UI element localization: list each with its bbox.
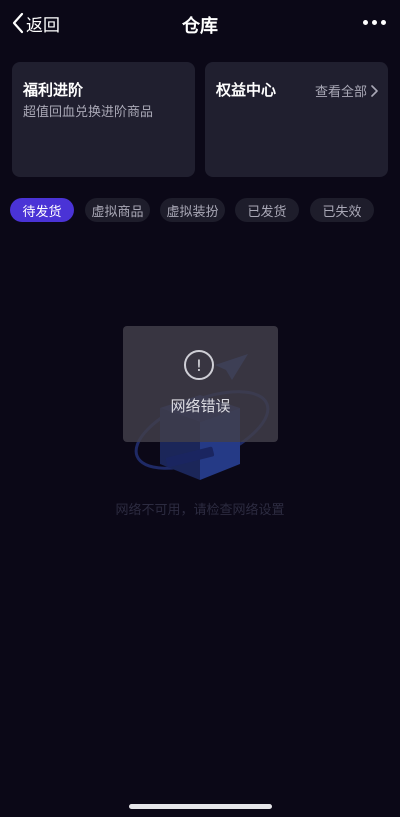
tab-virtual-dressup[interactable]: 虚拟装扮 xyxy=(160,198,225,222)
view-all-label: 查看全部 xyxy=(314,85,367,100)
tab-shipped[interactable]: 已发货 xyxy=(235,198,299,222)
filter-tabs: 待发货 虚拟商品 虚拟装扮 已发货 已失效 xyxy=(10,198,390,222)
page-title: 仓库 xyxy=(182,16,218,37)
tab-label: 虚拟装扮 xyxy=(166,204,219,220)
tab-label: 虚拟商品 xyxy=(91,204,144,220)
tab-label: 已失效 xyxy=(322,204,362,220)
view-all-link[interactable]: 查看全部 xyxy=(315,81,378,100)
rights-center-card[interactable]: 权益中心 查看全部 xyxy=(205,62,388,177)
tab-label: 已发货 xyxy=(247,204,287,220)
exclamation-icon: ! xyxy=(184,350,214,380)
welfare-card[interactable]: 福利进阶 超值回血兑换进阶商品 xyxy=(12,62,195,177)
tab-expired[interactable]: 已失效 xyxy=(310,198,374,222)
tab-pending-shipment[interactable]: 待发货 xyxy=(10,198,74,222)
chevron-right-icon xyxy=(371,84,378,97)
tab-virtual-goods[interactable]: 虚拟商品 xyxy=(85,198,150,222)
nav-bar: 返回 仓库 xyxy=(0,0,400,46)
network-error-toast: ! 网络错误 xyxy=(123,326,278,442)
tab-label: 待发货 xyxy=(22,204,62,220)
rights-center-title: 权益中心 xyxy=(216,81,277,99)
more-icon[interactable] xyxy=(363,20,386,25)
empty-state-message: 网络不可用，请检查网络设置 xyxy=(115,503,285,518)
toast-message: 网络错误 xyxy=(170,397,231,415)
welfare-card-subtitle: 超值回血兑换进阶商品 xyxy=(23,105,154,120)
welfare-card-title: 福利进阶 xyxy=(23,81,84,99)
home-indicator[interactable] xyxy=(129,804,272,809)
